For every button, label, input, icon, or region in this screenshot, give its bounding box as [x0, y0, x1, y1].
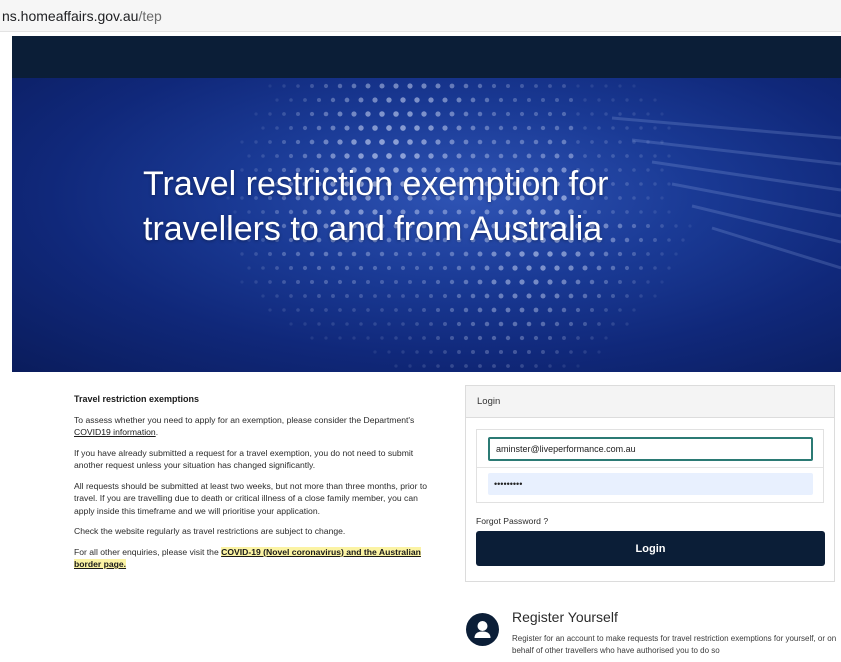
login-fields [476, 429, 824, 503]
info-paragraph-3: All requests should be submitted at leas… [74, 480, 428, 516]
info-p1-end: . [155, 427, 159, 437]
password-field[interactable] [488, 473, 813, 495]
browser-address-bar[interactable]: ns.homeaffairs.gov.au/tep [0, 0, 841, 32]
info-paragraph-4: Check the website regularly as travel re… [74, 526, 346, 536]
info-paragraph-5: For all other enquiries, please visit th… [74, 546, 434, 571]
hero-banner: Travel restriction exemption for travell… [12, 78, 841, 372]
info-heading: Travel restriction exemptions [74, 394, 200, 404]
forgot-password-link[interactable]: Forgot Password ? [476, 516, 548, 526]
info-p5-text: For all other enquiries, please visit th… [74, 546, 222, 557]
info-paragraph-1: To assess whether you need to apply for … [74, 414, 434, 439]
register-yourself-title[interactable]: Register Yourself [512, 609, 618, 625]
url-path: /tep [138, 8, 162, 24]
info-p1-text: To assess whether you need to apply for … [74, 414, 415, 425]
covid19-information-link[interactable]: COVID19 information [74, 427, 156, 437]
user-icon-glyph [474, 621, 491, 638]
field-divider [477, 467, 823, 468]
user-icon[interactable] [466, 613, 499, 646]
info-paragraph-2: If you have already submitted a request … [74, 447, 414, 471]
top-navigation-bar [12, 36, 841, 78]
url-text[interactable]: ns.homeaffairs.gov.au/tep [2, 8, 162, 24]
hero-title: Travel restriction exemption for travell… [143, 165, 609, 248]
url-host: ns.homeaffairs.gov.au [2, 8, 139, 24]
register-description: Register for an account to make requests… [512, 634, 837, 655]
login-panel: Login Forgot Password ? Login [465, 385, 835, 582]
login-button[interactable]: Login [476, 531, 825, 566]
email-field[interactable] [488, 437, 813, 461]
login-panel-header: Login [466, 386, 834, 418]
info-section: Travel restriction exemptions To assess … [74, 393, 434, 579]
